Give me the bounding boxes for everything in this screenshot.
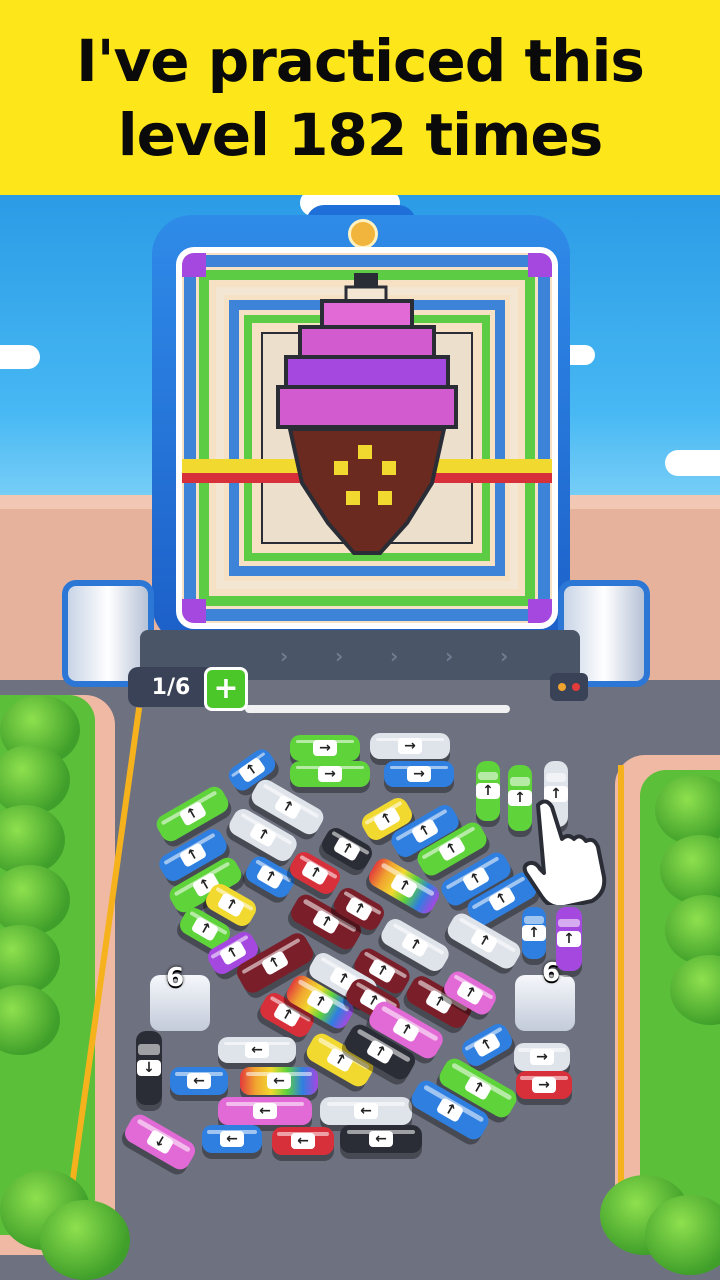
- arrow-icon: ↑: [469, 928, 499, 954]
- lane-line-right: [618, 765, 624, 1225]
- arrow-icon: ←: [267, 1073, 291, 1089]
- arrow-icon: →: [318, 766, 342, 782]
- exhaust-trail: [245, 705, 510, 713]
- arrow-icon: ↑: [365, 1039, 395, 1065]
- arrow-icon: →: [313, 740, 337, 756]
- bus[interactable]: ↓: [136, 1031, 162, 1105]
- bus[interactable]: →: [290, 761, 370, 787]
- arrow-icon: ↑: [273, 794, 302, 820]
- arrow-icon: ↑: [557, 931, 581, 947]
- conveyor-arrow-icon: ›: [280, 644, 289, 668]
- arrow-icon: ↑: [476, 783, 500, 799]
- signal-lamp: [558, 683, 566, 691]
- arrow-icon: ↑: [248, 822, 278, 848]
- bus[interactable]: →: [290, 735, 360, 761]
- machine-knob: [348, 219, 378, 249]
- bus[interactable]: →: [514, 1043, 570, 1071]
- arrow-icon: ↑: [472, 1032, 502, 1058]
- bus[interactable]: ↑: [556, 907, 582, 971]
- arrow-icon: ↑: [463, 1075, 493, 1101]
- arrow-icon: →: [532, 1077, 556, 1093]
- arrow-icon: ↑: [311, 909, 341, 935]
- conveyor-arrow-icon: ›: [390, 644, 399, 668]
- slot-counter: 1/6: [128, 667, 214, 707]
- add-slot-button[interactable]: +: [204, 667, 248, 711]
- arrow-icon: ←: [291, 1133, 315, 1149]
- arrow-icon: →: [530, 1049, 554, 1065]
- arrow-icon: ↑: [332, 836, 362, 862]
- caption-line-1: I've practiced this: [76, 26, 645, 95]
- arrow-icon: ↑: [461, 866, 491, 892]
- arrow-icon: ←: [187, 1073, 211, 1089]
- arrow-icon: ↑: [305, 989, 335, 1015]
- caption-line-2: level 182 times: [117, 100, 604, 169]
- arrow-icon: ↓: [145, 1129, 175, 1155]
- arrow-icon: ←: [220, 1131, 244, 1147]
- arrow-icon: ↑: [190, 916, 220, 942]
- arrow-icon: ↑: [455, 980, 485, 1006]
- caption-banner: I've practiced this level 182 times: [0, 0, 720, 195]
- arrow-icon: ↑: [344, 896, 374, 922]
- arrow-icon: ↑: [487, 886, 517, 912]
- arrow-icon: ↑: [260, 950, 290, 976]
- traffic-signal: [550, 673, 588, 701]
- bus[interactable]: ←: [240, 1067, 318, 1095]
- conveyor-arrow-icon: ›: [445, 644, 454, 668]
- arrow-icon: ↑: [372, 806, 402, 832]
- arrow-icon: →: [398, 738, 422, 754]
- arrow-icon: ←: [354, 1103, 378, 1119]
- arrow-icon: ←: [253, 1103, 277, 1119]
- arrow-icon: ↑: [300, 860, 330, 886]
- bus[interactable]: ←: [320, 1097, 412, 1125]
- arrow-icon: ↓: [137, 1060, 161, 1076]
- arrow-icon: ↑: [522, 925, 546, 941]
- cloud: [0, 345, 40, 369]
- bus[interactable]: ←: [202, 1125, 262, 1153]
- bush: [40, 1200, 130, 1280]
- pixel-canvas: [176, 247, 558, 629]
- bus[interactable]: →: [370, 733, 450, 759]
- arrow-icon: ↑: [400, 932, 430, 958]
- arrow-icon: ←: [245, 1042, 269, 1058]
- bus[interactable]: ←: [218, 1037, 296, 1063]
- bus[interactable]: ↑: [522, 907, 546, 959]
- arrow-icon: ↑: [389, 873, 419, 899]
- depot-count: 6: [166, 963, 185, 993]
- arrow-icon: ↑: [435, 1097, 465, 1123]
- arrow-icon: ↑: [391, 1017, 421, 1043]
- bus[interactable]: ←: [170, 1067, 228, 1095]
- cloud: [665, 450, 720, 476]
- bus[interactable]: →: [384, 761, 454, 787]
- arrow-icon: ↑: [410, 818, 440, 844]
- arrow-icon: →: [407, 766, 431, 782]
- tutorial-hand-icon: [522, 799, 607, 905]
- arrow-icon: ↑: [255, 864, 285, 890]
- signal-lamp: [572, 683, 580, 691]
- ice-cream-pixel-art: [182, 253, 552, 623]
- arrow-icon: ↑: [178, 801, 207, 827]
- arrow-icon: ↑: [216, 892, 246, 918]
- game-scene: › › › › › 1/6 + 6 6 → → ↑ → → ↑ ↑ ↑ ↑ ↑ …: [0, 195, 720, 1280]
- arrow-icon: ←: [369, 1131, 393, 1147]
- bus[interactable]: ↑: [476, 761, 500, 821]
- arrow-icon: ↑: [178, 842, 208, 868]
- bus[interactable]: ←: [218, 1097, 312, 1125]
- arrow-icon: ↑: [437, 836, 467, 862]
- conveyor-arrow-icon: ›: [335, 644, 344, 668]
- bus[interactable]: ←: [340, 1125, 422, 1153]
- conveyor-arrow-icon: ›: [500, 644, 509, 668]
- bus[interactable]: →: [516, 1071, 572, 1099]
- bus[interactable]: ←: [272, 1127, 334, 1155]
